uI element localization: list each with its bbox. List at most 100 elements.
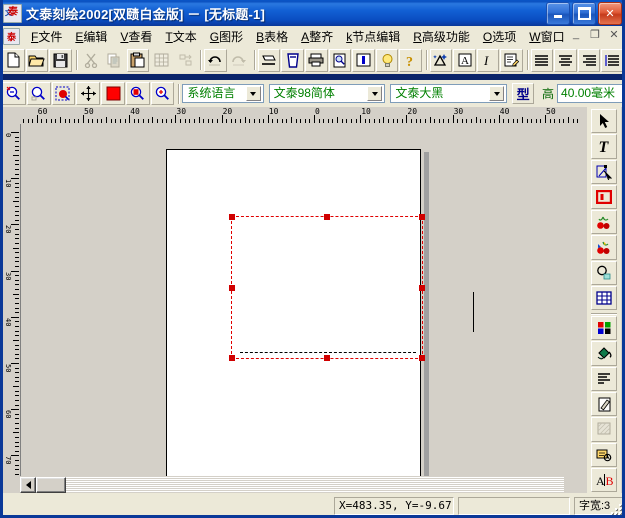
layout-icon[interactable] (352, 48, 375, 72)
save-file-icon[interactable] (49, 48, 72, 72)
selection-rectangle[interactable] (229, 214, 425, 361)
line-style-icon[interactable] (591, 366, 617, 391)
horizontal-scrollbar[interactable] (20, 477, 564, 493)
text-caret (473, 292, 474, 332)
palette-icon[interactable] (591, 316, 617, 341)
pen-tool-icon[interactable] (591, 391, 617, 417)
font-combo[interactable]: 文泰98简体 (268, 84, 386, 103)
tools-separator (591, 311, 617, 316)
close-button[interactable]: ✕ (598, 2, 622, 25)
maximize-button[interactable] (572, 2, 596, 25)
pan-icon[interactable] (76, 82, 101, 105)
fill-bucket-icon[interactable] (591, 341, 617, 366)
menu-table[interactable]: B表格 (250, 26, 295, 47)
horizontal-scroll-thumb[interactable] (36, 477, 66, 493)
menu-options[interactable]: O选项 (477, 26, 523, 47)
menu-edit[interactable]: E编辑 (69, 26, 114, 47)
cut-plot-icon[interactable] (257, 48, 281, 72)
align-right-icon[interactable] (577, 48, 601, 72)
menu-graphics[interactable]: G图形 (204, 26, 250, 47)
color-swatch-icon[interactable] (101, 82, 125, 105)
array-copy-icon[interactable] (150, 48, 173, 72)
status-bar: X=483.35, Y=-9.67 字宽:3 (0, 493, 625, 518)
node-edit-icon[interactable] (591, 159, 617, 184)
print-preview-icon[interactable] (328, 48, 352, 72)
mdi-close-button[interactable]: ✕ (607, 28, 621, 41)
copy-icon[interactable] (103, 48, 126, 72)
zoom-out-icon[interactable] (2, 82, 26, 105)
edit-note-icon[interactable] (500, 48, 524, 72)
selection-handle-s[interactable] (324, 355, 330, 361)
window-controls: ✕ (546, 2, 622, 25)
cut-icon[interactable] (79, 48, 102, 72)
align-justify-icon[interactable] (601, 48, 625, 72)
style-combo[interactable]: 文泰大黑 (390, 84, 508, 103)
redo-icon[interactable] (227, 48, 251, 72)
help-icon[interactable]: ? (399, 48, 423, 72)
zoom-area-icon[interactable] (26, 82, 51, 105)
hint-icon[interactable] (375, 48, 399, 72)
mdi-app-icon[interactable]: 泰 (3, 28, 20, 45)
horizontal-ruler: 60 50 40 30 20 10 0 10 20 30 40 50 (20, 107, 580, 125)
zoom-page-icon[interactable] (125, 82, 150, 105)
menu-view[interactable]: V查看 (114, 26, 159, 47)
selection-handle-se[interactable] (419, 355, 425, 361)
chevron-down-icon[interactable] (489, 86, 505, 101)
table-tool-icon[interactable] (591, 285, 617, 311)
text-tool-icon[interactable]: T (591, 134, 617, 159)
align-center-icon[interactable] (554, 48, 577, 72)
drawing-canvas[interactable] (20, 124, 581, 476)
mdi-window-controls: _ ❐ ✕ (569, 28, 621, 41)
menu-align[interactable]: A整齐 (295, 26, 340, 47)
scroll-left-button[interactable] (20, 477, 36, 493)
horizontal-scroll-track[interactable] (66, 477, 564, 493)
text-box-icon[interactable]: A (453, 48, 476, 72)
resize-grip[interactable] (609, 502, 623, 516)
new-file-icon[interactable] (2, 48, 25, 72)
menu-node-edit[interactable]: k节点编辑 (340, 26, 407, 47)
effect-icon[interactable] (429, 48, 453, 72)
fruit-tool-icon[interactable] (591, 210, 617, 235)
minimize-button[interactable] (546, 2, 570, 25)
fruit-color-icon[interactable] (591, 235, 617, 260)
menu-advanced[interactable]: R高级功能 (407, 26, 477, 47)
selection-handle-nw[interactable] (229, 214, 235, 220)
toolbar-separator (175, 83, 182, 105)
print-icon[interactable] (305, 48, 328, 72)
ab-compare-icon[interactable]: AB (591, 467, 617, 493)
menu-file[interactable]: F文件 (25, 26, 69, 47)
selection-handle-e[interactable] (419, 284, 425, 291)
zoom-fit-icon[interactable] (150, 82, 175, 105)
open-file-icon[interactable] (25, 48, 49, 72)
baseline-guide (240, 352, 416, 353)
selection-handle-sw[interactable] (229, 355, 235, 361)
chevron-down-icon[interactable] (245, 86, 261, 101)
undo-icon[interactable] (204, 48, 227, 72)
height-input[interactable]: 40.00毫米 (557, 84, 625, 103)
menu-text[interactable]: T文本 (159, 26, 203, 47)
select-arrow-icon[interactable] (591, 109, 617, 134)
status-message (458, 496, 570, 515)
selection-handle-w[interactable] (229, 284, 235, 291)
transform-icon[interactable] (173, 48, 197, 72)
selection-handle-n[interactable] (324, 214, 330, 220)
hatch-icon[interactable] (591, 417, 617, 442)
window-title: 文泰刻绘2002[双赜白金版] － [无标题-1] (26, 6, 266, 22)
mdi-minimize-button[interactable]: _ (569, 28, 583, 41)
height-label: 高 (542, 87, 555, 101)
menu-window[interactable]: W窗口 (523, 26, 571, 47)
chevron-down-icon[interactable] (367, 86, 383, 101)
magnifier-tool-icon[interactable] (591, 260, 617, 285)
engrave-icon[interactable] (281, 48, 304, 72)
selection-handle-ne[interactable] (419, 214, 425, 220)
language-combo[interactable]: 系统语言 (182, 84, 264, 103)
paste-icon[interactable] (126, 48, 150, 72)
svg-text:?: ? (406, 55, 413, 68)
italic-icon[interactable]: I (476, 48, 500, 72)
align-left-icon[interactable] (530, 48, 554, 72)
zoom-selection-icon[interactable] (51, 82, 76, 105)
object-props-icon[interactable] (591, 442, 617, 467)
rectangle-tool-icon[interactable] (591, 184, 617, 210)
type-button[interactable]: 型 (512, 83, 534, 104)
mdi-restore-button[interactable]: ❐ (588, 28, 602, 41)
